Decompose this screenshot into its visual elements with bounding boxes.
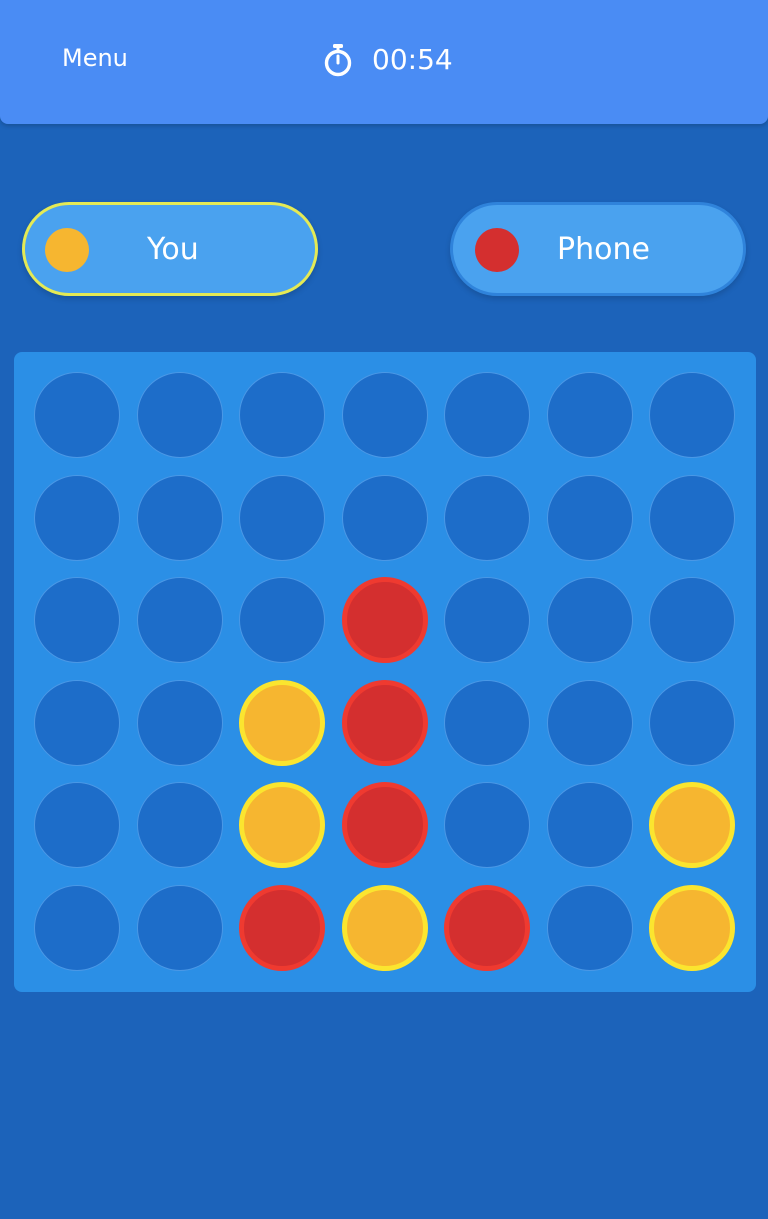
- board-cell-r5-c5-empty[interactable]: [444, 782, 530, 869]
- board-cell-r5-c4-red[interactable]: [341, 782, 428, 869]
- board-cell-r3-c4-red[interactable]: [341, 577, 428, 664]
- board-cell-r5-c6-empty[interactable]: [546, 782, 633, 869]
- menu-button[interactable]: Menu: [62, 42, 128, 74]
- board-cell-r6-c4-yellow[interactable]: [341, 885, 428, 971]
- board-cell-r2-c7-empty[interactable]: [649, 474, 735, 561]
- board-cell-r1-c7-empty[interactable]: [649, 372, 735, 458]
- board-cell-r4-c1-empty[interactable]: [34, 679, 120, 766]
- board-cell-r4-c6-empty[interactable]: [546, 679, 633, 766]
- board-cell-r5-c7-yellow[interactable]: [649, 782, 735, 869]
- board-cell-r3-c3-empty[interactable]: [239, 577, 325, 664]
- board-cell-r1-c2-empty[interactable]: [136, 372, 223, 458]
- board-cell-r2-c2-empty[interactable]: [136, 474, 223, 561]
- board-cell-r3-c7-empty[interactable]: [649, 577, 735, 664]
- board-cell-r1-c3-empty[interactable]: [239, 372, 325, 458]
- board-cell-r4-c3-yellow[interactable]: [239, 679, 325, 766]
- player-phone-card: Phone: [450, 202, 746, 296]
- player-you-name: You: [147, 232, 199, 267]
- board-cell-r2-c3-empty[interactable]: [239, 474, 325, 561]
- board-cell-r5-c2-empty[interactable]: [136, 782, 223, 869]
- board-cell-r6-c7-yellow[interactable]: [649, 885, 735, 971]
- board-cell-r3-c6-empty[interactable]: [546, 577, 633, 664]
- board-cell-r3-c2-empty[interactable]: [136, 577, 223, 664]
- board-cell-r1-c4-empty[interactable]: [341, 372, 428, 458]
- board-cell-r4-c5-empty[interactable]: [444, 679, 530, 766]
- timer-value: 00:54: [372, 43, 453, 76]
- top-bar: Menu 00:54: [0, 0, 768, 124]
- board-cell-r4-c4-red[interactable]: [341, 679, 428, 766]
- board-cell-r6-c3-red[interactable]: [239, 885, 325, 971]
- board-cell-r6-c5-red[interactable]: [444, 885, 530, 971]
- player-you-card: You: [22, 202, 318, 296]
- board-cell-r1-c1-empty[interactable]: [34, 372, 120, 458]
- board-cell-r2-c5-empty[interactable]: [444, 474, 530, 561]
- stopwatch-icon: [324, 44, 352, 77]
- board-cell-r1-c5-empty[interactable]: [444, 372, 530, 458]
- board-cell-r2-c4-empty[interactable]: [341, 474, 428, 561]
- board-cell-r1-c6-empty[interactable]: [546, 372, 633, 458]
- board-cell-r6-c6-empty[interactable]: [546, 885, 633, 971]
- board-cell-r2-c6-empty[interactable]: [546, 474, 633, 561]
- player-phone-name: Phone: [557, 232, 650, 267]
- board-cell-r5-c3-yellow[interactable]: [239, 782, 325, 869]
- board-cell-r4-c7-empty[interactable]: [649, 679, 735, 766]
- yellow-token-icon: [45, 228, 89, 272]
- board-cell-r4-c2-empty[interactable]: [136, 679, 223, 766]
- board-cell-r3-c5-empty[interactable]: [444, 577, 530, 664]
- game-board: [14, 352, 756, 992]
- board-cell-r3-c1-empty[interactable]: [34, 577, 120, 664]
- board-cell-r6-c1-empty[interactable]: [34, 885, 120, 971]
- board-cell-r6-c2-empty[interactable]: [136, 885, 223, 971]
- board-cell-r5-c1-empty[interactable]: [34, 782, 120, 869]
- board-cell-r2-c1-empty[interactable]: [34, 474, 120, 561]
- red-token-icon: [475, 228, 519, 272]
- timer: 00:54: [322, 40, 453, 80]
